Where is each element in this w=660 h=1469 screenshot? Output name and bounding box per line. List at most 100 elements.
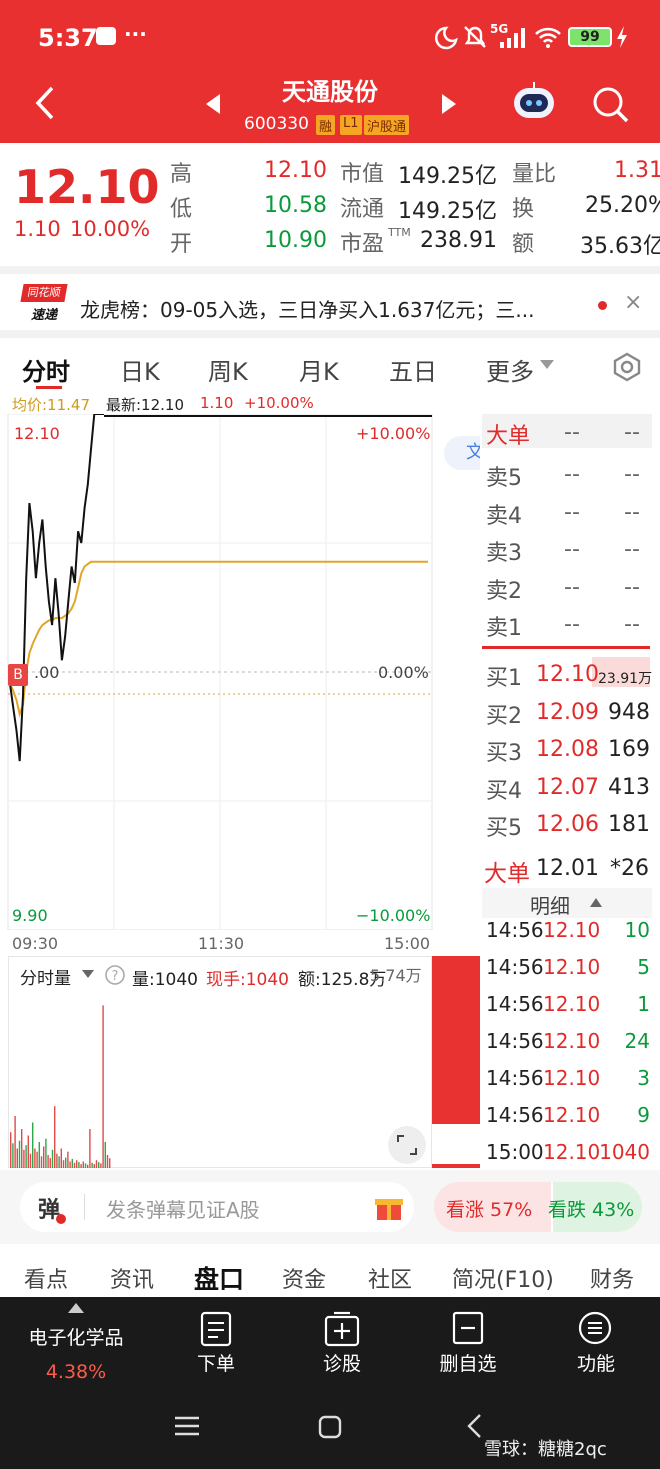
float-value: 149.25亿 [398,199,497,224]
amount-value: 35.63亿 [580,234,660,259]
buy-level-vol: 181 [608,812,650,837]
volume-bar [62,1160,65,1168]
volume-bar [54,1106,56,1168]
buy-level-vol: 948 [608,699,650,725]
x-axis-mid: 11:30 [198,934,245,953]
volume-ratio-label: 量比 [512,162,557,187]
tab-day-k[interactable]: 日K [120,352,160,387]
danmu-bar: 弹 发条弹幕见证A股 看涨 57% 看跌 43% [0,1170,660,1244]
danmu-placeholder: 发条弹幕见证A股 [106,1198,260,1222]
robot-assistant-icon[interactable] [512,82,556,122]
search-icon[interactable] [592,86,630,124]
badge-shanghai-connect: 沪股通 [364,115,410,135]
badge-margin: 融 [316,115,336,135]
android-back-icon[interactable] [466,1413,482,1439]
tab-fund-flow[interactable]: 资金 [282,1262,326,1294]
buy-level-price: 12.06 [536,812,599,837]
big-order-label: 大单 [486,424,531,449]
volume-type-select[interactable]: 分时量 [20,964,71,989]
function-button[interactable]: 功能 [556,1349,636,1376]
sector-name[interactable]: 电子化学品 [20,1323,132,1350]
tab-community[interactable]: 社区 [368,1262,412,1294]
sell-level-vol: -- [624,462,640,487]
volume-bar [67,1151,69,1168]
big-order-vol: -- [624,420,640,445]
low-label: 低 [170,197,193,222]
y-axis-top: 12.10 [14,424,60,443]
wen-float-button[interactable]: 文 [444,436,480,470]
buy-level-label: 买3 [486,741,522,766]
android-home-icon[interactable] [318,1415,342,1439]
volume-bar [49,1158,51,1168]
detail-time: 14:56 [486,992,544,1016]
detail-title: 明细 [530,894,570,918]
xueqiu-watermark: 雪球：糖糖2qc [484,1439,607,1460]
help-icon[interactable]: ? [104,964,126,986]
android-menu-icon[interactable] [174,1415,200,1437]
detail-header[interactable]: 明细 [482,888,652,918]
tab-active-indicator [36,386,62,389]
tab-news[interactable]: 资讯 [110,1262,154,1294]
battery-icon: 99 [568,27,612,47]
prev-stock-icon[interactable] [206,94,222,114]
tab-financials[interactable]: 财务 [590,1262,634,1294]
next-stock-icon[interactable] [440,94,456,114]
volume-chart [10,1005,111,1168]
danmu-badge [56,1214,66,1224]
tab-more[interactable]: 更多 [486,352,534,387]
order-button[interactable]: 下单 [176,1349,256,1376]
pe-value: 238.91 [420,228,497,253]
volume-bar [38,1142,40,1168]
news-text[interactable]: 龙虎榜：09-05入选，三日净买入1.637亿元；三... [80,294,592,323]
volume-bar [29,1153,32,1168]
volume-bar [23,1149,25,1168]
avg-price-line [9,560,428,718]
news-ticker[interactable]: 同花顺 速递 龙虎榜：09-05入选，三日净买入1.637亿元；三... × [0,266,660,330]
tab-week-k[interactable]: 周K [208,352,248,387]
remove-watchlist-icon[interactable] [452,1311,484,1345]
tab-profile-f10[interactable]: 简况(F10) [452,1262,554,1294]
ths-logo-top: 同花顺 [20,284,68,302]
tab-month-k[interactable]: 月K [299,352,339,387]
close-icon[interactable]: × [624,290,642,315]
volume-bar [104,1142,106,1168]
vote-up-button[interactable]: 看涨 57% [446,1195,532,1222]
buy-marker[interactable]: B [8,664,28,686]
function-menu-icon[interactable] [578,1311,612,1345]
badge-l1: L1 [340,115,362,135]
side-volume-bar-small [432,1164,480,1168]
volume-bar [89,1129,91,1168]
big-order-bottom-label: 大单 [484,861,530,887]
back-icon[interactable] [34,86,56,120]
order-icon[interactable] [200,1311,232,1347]
volume-ratio-value: 1.31 [614,158,660,183]
diagnose-button[interactable]: 诊股 [302,1349,382,1376]
vote-down-button[interactable]: 看跌 43% [548,1195,634,1222]
volume-bar [73,1162,76,1168]
gift-icon[interactable] [374,1192,404,1222]
tab-intraday[interactable]: 分时 [22,352,70,387]
detail-time: 15:00 [486,1140,544,1164]
tab-highlights[interactable]: 看点 [24,1262,68,1294]
float-label: 流通 [340,197,385,222]
volume-bar [45,1138,47,1168]
open-value: 10.90 [264,228,327,253]
side-volume-area [432,956,480,1168]
fullscreen-button[interactable] [388,1126,426,1164]
pct-axis-bottom: −10.00% [356,906,431,925]
pct-axis-mid: 0.00% [378,663,429,682]
volume-bar [71,1158,73,1168]
tab-five-day[interactable]: 五日 [389,352,437,387]
volume-bar [47,1155,49,1168]
diagnose-icon[interactable] [324,1311,360,1347]
orderbook-divider [482,646,650,649]
settings-icon[interactable] [612,352,642,382]
remove-watchlist-button[interactable]: 删自选 [428,1349,508,1376]
pe-ttm-sup: TTM [388,226,411,239]
detail-time: 14:56 [486,1066,544,1090]
danmu-input[interactable]: 弹 发条弹幕见证A股 [20,1182,414,1232]
volume-bar [58,1156,60,1168]
intraday-chart[interactable] [0,414,434,930]
tab-market-depth[interactable]: 盘口 [194,1260,244,1296]
buy-level-label: 买1 [486,666,522,691]
